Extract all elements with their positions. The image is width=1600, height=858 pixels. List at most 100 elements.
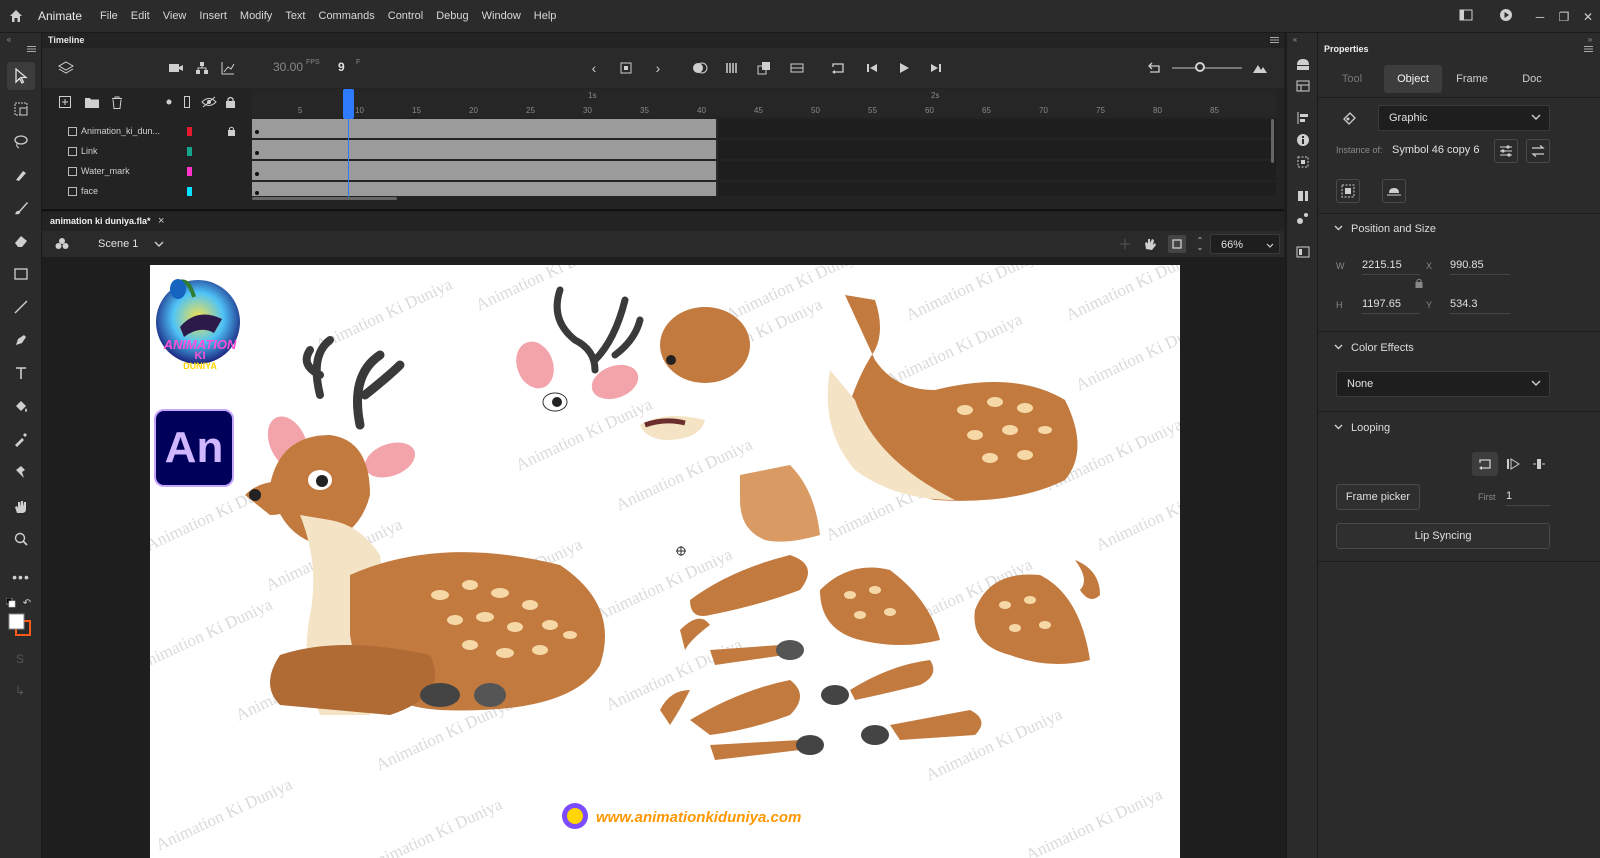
- head-parts[interactable]: [505, 280, 775, 440]
- height-field[interactable]: 1197.65: [1362, 298, 1420, 314]
- tab-tool[interactable]: Tool: [1332, 65, 1372, 93]
- panel-menu-icon[interactable]: [26, 45, 36, 53]
- test-movie-icon[interactable]: [1494, 8, 1518, 25]
- menu-view[interactable]: View: [163, 10, 187, 22]
- insert-keyframe-icon[interactable]: [616, 58, 636, 78]
- new-layer-icon[interactable]: [58, 95, 72, 109]
- menu-help[interactable]: Help: [534, 10, 557, 22]
- prev-keyframe-icon[interactable]: ‹: [584, 58, 604, 78]
- fit-frames-icon[interactable]: [1250, 58, 1270, 78]
- brush-tool-icon[interactable]: [7, 194, 35, 222]
- clip-content-icon[interactable]: [1168, 235, 1186, 253]
- minimize-icon[interactable]: ─: [1528, 10, 1552, 24]
- y-field[interactable]: 534.3: [1450, 298, 1510, 314]
- neck-patch[interactable]: [735, 460, 825, 550]
- frame-row[interactable]: [252, 161, 1276, 180]
- layer-color-swatch[interactable]: [187, 166, 192, 176]
- layer-name[interactable]: Link: [81, 146, 98, 156]
- menu-modify[interactable]: Modify: [240, 10, 272, 22]
- pasteboard[interactable]: Animation Ki Duniya Animation Ki Duniya …: [42, 257, 1284, 858]
- first-frame-field[interactable]: 1: [1506, 490, 1550, 506]
- zoom-slider-handle[interactable]: [1195, 62, 1205, 72]
- workspace-icon[interactable]: [1454, 9, 1478, 24]
- fluid-brush-tool-icon[interactable]: [7, 161, 35, 189]
- next-keyframe-icon[interactable]: ›: [648, 58, 668, 78]
- current-frame[interactable]: 9: [338, 60, 345, 74]
- layer-row[interactable]: Water_mark: [42, 161, 252, 181]
- onion-skin-icon[interactable]: [690, 58, 710, 78]
- close-icon[interactable]: ✕: [1576, 10, 1600, 24]
- timeline-hscrollbar[interactable]: [252, 197, 397, 200]
- transform-icon[interactable]: [1293, 153, 1313, 171]
- eraser-tool-icon[interactable]: [7, 227, 35, 255]
- zoom-dropdown-chevron-icon[interactable]: [1265, 240, 1275, 250]
- menu-edit[interactable]: Edit: [131, 10, 150, 22]
- layer-name[interactable]: Animation_ki_dun...: [81, 126, 160, 136]
- insert-classic-tween-icon[interactable]: [787, 58, 807, 78]
- zoom-slider-track[interactable]: [1172, 67, 1242, 69]
- highlight-layers-icon[interactable]: [164, 97, 174, 107]
- library-icon[interactable]: [1293, 77, 1313, 95]
- single-frame-icon[interactable]: [1526, 452, 1552, 476]
- frame-ruler[interactable]: 1s 2s 5 10 15 20 25 30 35 40 45 50 55 60…: [252, 89, 1276, 117]
- lock-proportions-icon[interactable]: [1414, 277, 1424, 289]
- parenting-icon[interactable]: [192, 58, 212, 78]
- text-tool-icon[interactable]: [7, 359, 35, 387]
- pen-tool-icon[interactable]: [7, 326, 35, 354]
- more-tools-icon[interactable]: •••: [7, 563, 35, 591]
- collapse-properties-icon[interactable]: »: [1584, 35, 1596, 44]
- layer-name[interactable]: face: [81, 186, 98, 196]
- loop-icon[interactable]: [828, 58, 848, 78]
- code-snippets-icon[interactable]: [1293, 243, 1313, 261]
- rotation-icon[interactable]: [1142, 236, 1158, 252]
- playhead-handle[interactable]: [343, 89, 354, 119]
- menu-text[interactable]: Text: [285, 10, 305, 22]
- document-tab[interactable]: animation ki duniya.fla*: [50, 216, 151, 226]
- play-once-icon[interactable]: [1500, 452, 1526, 476]
- frame-row[interactable]: [252, 119, 1276, 138]
- leg-parts[interactable]: [650, 550, 1110, 780]
- section-color-effects[interactable]: Color Effects: [1334, 342, 1414, 354]
- components-icon[interactable]: [1293, 187, 1313, 205]
- stage-canvas[interactable]: Animation Ki Duniya Animation Ki Duniya …: [150, 265, 1180, 858]
- layer-lock-icon[interactable]: [226, 125, 236, 136]
- menu-file[interactable]: File: [100, 10, 118, 22]
- edit-multiple-frames-icon[interactable]: [722, 58, 742, 78]
- layer-row[interactable]: Animation_ki_dun...: [42, 121, 252, 141]
- home-icon[interactable]: [2, 0, 30, 33]
- hide-all-layers-icon[interactable]: [201, 95, 217, 109]
- reset-icon[interactable]: [1144, 58, 1164, 78]
- info-icon[interactable]: [1293, 131, 1313, 149]
- hand-tool-icon[interactable]: [7, 493, 35, 521]
- frame-grid[interactable]: 1s 2s 5 10 15 20 25 30 35 40 45 50 55 60…: [252, 89, 1276, 200]
- swap-colors-icon[interactable]: ↶: [22, 598, 32, 609]
- selection-tool-icon[interactable]: [7, 62, 35, 90]
- outline-layers-icon[interactable]: [182, 95, 192, 109]
- collapse-icon[interactable]: «: [4, 35, 14, 44]
- object-ungroup-icon[interactable]: [1336, 179, 1360, 203]
- graph-icon[interactable]: [218, 58, 238, 78]
- frame-picker-button[interactable]: Frame picker: [1336, 484, 1420, 510]
- fps-value[interactable]: 30.00: [273, 60, 303, 74]
- tab-doc[interactable]: Doc: [1512, 65, 1552, 93]
- layers-icon[interactable]: [56, 58, 76, 78]
- close-tab-icon[interactable]: ×: [158, 215, 164, 227]
- menu-debug[interactable]: Debug: [436, 10, 468, 22]
- edit-symbol-properties-icon[interactable]: [1494, 139, 1518, 163]
- menu-commands[interactable]: Commands: [319, 10, 375, 22]
- timeline-tab[interactable]: Timeline: [42, 33, 90, 47]
- fill-stroke-swatch[interactable]: [8, 613, 34, 639]
- zoom-stepper-icon[interactable]: ⌃ ⌄: [1195, 236, 1205, 252]
- x-field[interactable]: 990.85: [1450, 259, 1510, 275]
- layer-row[interactable]: Link: [42, 141, 252, 161]
- sync-icon[interactable]: [754, 58, 774, 78]
- break-apart-icon[interactable]: [1382, 179, 1406, 203]
- delete-layer-icon[interactable]: [110, 95, 124, 109]
- camera-icon[interactable]: [166, 58, 186, 78]
- section-position-size[interactable]: Position and Size: [1334, 223, 1436, 235]
- scene-name[interactable]: Scene 1: [98, 238, 138, 250]
- expand-panels-icon[interactable]: «: [1289, 35, 1301, 44]
- assets-icon[interactable]: [1293, 55, 1313, 73]
- motion-presets-icon[interactable]: [1293, 209, 1313, 227]
- rectangle-tool-icon[interactable]: [7, 260, 35, 288]
